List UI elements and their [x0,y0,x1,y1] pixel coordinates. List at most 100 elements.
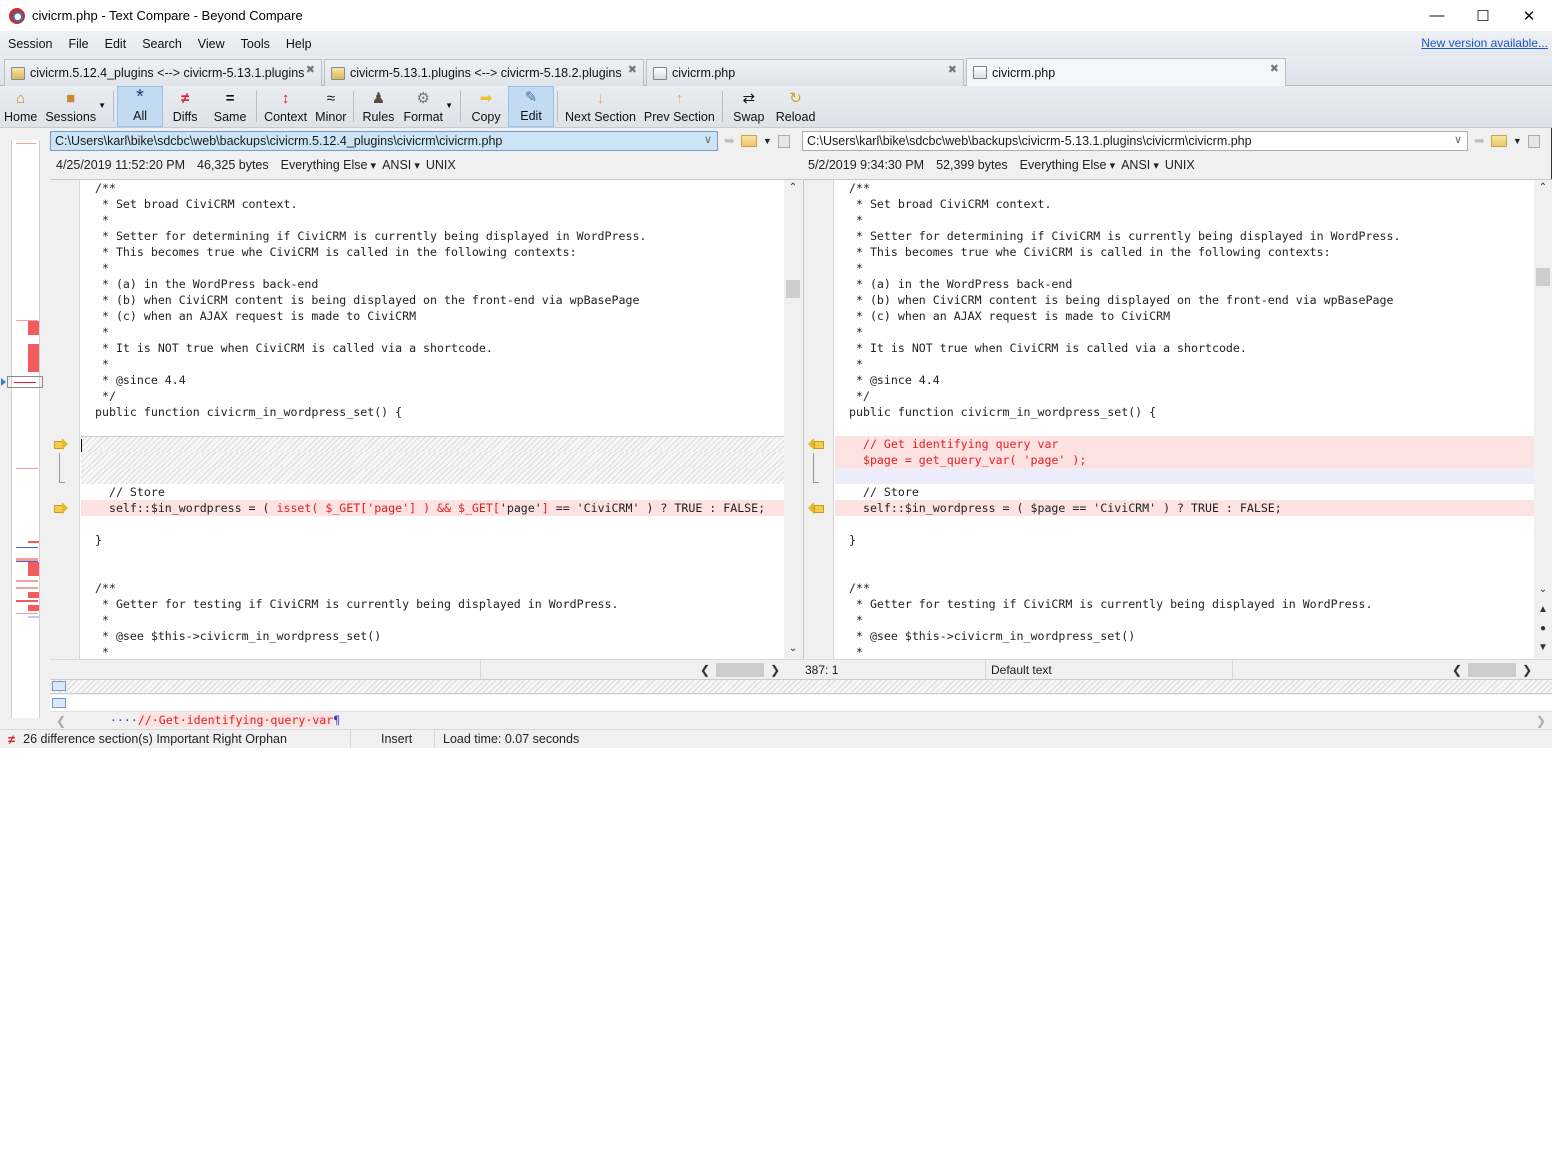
browse-dropdown-icon[interactable]: ▼ [763,136,772,146]
right-horizontal-scrollbar[interactable]: ❮ ❯ [1452,662,1532,678]
reload-button[interactable]: ↻ Reload [772,86,820,127]
code-line[interactable]: * @since 4.4 [835,372,1534,388]
browse-dropdown-icon[interactable]: ▼ [1513,136,1522,146]
code-line[interactable]: * (b) when CiviCRM content is being disp… [81,292,784,308]
code-line[interactable]: /** [81,180,784,196]
overview-viewport-indicator[interactable] [7,376,43,388]
code-line[interactable]: * Setter for determining if CiviCRM is c… [835,228,1534,244]
detail-horizontal-scrollbar[interactable]: ❮ ❯ [50,713,1552,729]
code-line[interactable] [835,420,1534,436]
diff-overview-strip[interactable] [0,128,50,718]
code-line[interactable]: * (a) in the WordPress back-end [81,276,784,292]
code-line[interactable]: /** [835,580,1534,596]
left-editor-pane[interactable]: /** * Set broad CiviCRM context. * * Set… [50,179,802,659]
next-section-button[interactable]: ↓ Next Section [561,86,640,127]
format-button[interactable]: ⚙ Format ▼ [399,86,453,127]
code-line[interactable]: } [835,532,1534,548]
code-line[interactable]: * This becomes true whe CiviCRM is calle… [835,244,1534,260]
code-line[interactable]: * This becomes true whe CiviCRM is calle… [81,244,784,260]
show-diffs-button[interactable]: ≠ Diffs [163,86,207,127]
menu-tools[interactable]: Tools [233,37,278,51]
tab-close-icon[interactable]: ✖ [948,63,957,76]
code-line[interactable]: } [81,532,784,548]
code-line[interactable] [81,548,784,564]
tab-text-compare-active[interactable]: civicrm.php ✖ [966,58,1286,86]
code-line[interactable]: * @since 4.4 [81,372,784,388]
menu-file[interactable]: File [60,37,96,51]
copy-right-arrow-icon[interactable] [54,438,68,450]
right-code-view[interactable]: /** * Set broad CiviCRM context. * * Set… [835,180,1534,659]
code-line[interactable]: $page = get_query_var( 'page' ); [835,452,1534,468]
code-line[interactable]: // Get identifying query var [835,436,1534,452]
code-line[interactable] [81,564,784,580]
code-line[interactable]: * It is NOT true when CiviCRM is called … [835,340,1534,356]
right-editor-pane[interactable]: /** * Set broad CiviCRM context. * * Set… [803,179,1552,659]
left-path-input[interactable]: C:\Users\karl\bike\sdcbc\web\backups\civ… [50,131,718,151]
code-line[interactable]: * Setter for determining if CiviCRM is c… [81,228,784,244]
scroll-up-icon[interactable]: ⌃ [784,182,802,198]
current-diff-nav-icon[interactable]: ● [1534,623,1552,639]
code-line[interactable]: * Set broad CiviCRM context. [81,196,784,212]
code-line[interactable]: * (b) when CiviCRM content is being disp… [835,292,1534,308]
left-encoding-dropdown[interactable]: ANSI [382,158,420,172]
minimize-button[interactable]: — [1414,0,1460,31]
save-icon[interactable] [777,134,790,148]
code-line[interactable]: * (a) in the WordPress back-end [835,276,1534,292]
scroll-up-icon[interactable]: ⌃ [1534,182,1552,198]
code-line[interactable]: * [81,324,784,340]
right-encoding-dropdown[interactable]: ANSI [1121,158,1159,172]
code-line[interactable]: /** [835,180,1534,196]
chevron-down-icon[interactable]: ∨ [1454,133,1462,146]
left-horizontal-scrollbar[interactable]: ❮ ❯ [700,662,780,678]
copy-button[interactable]: ➡ Copy [464,86,508,127]
left-code-view[interactable]: /** * Set broad CiviCRM context. * * Set… [81,180,784,659]
context-button[interactable]: ↕ Context [260,86,311,127]
menu-search[interactable]: Search [134,37,190,51]
scroll-down-icon[interactable]: ⌄ [784,643,802,659]
show-all-button[interactable]: * All [117,86,164,127]
left-vertical-scrollbar[interactable]: ⌃ ⌄ [784,180,802,659]
code-line[interactable] [835,564,1534,580]
go-arrow-icon[interactable]: ➥ [724,133,735,149]
menu-session[interactable]: Session [0,37,60,51]
code-line[interactable]: */ [835,388,1534,404]
code-line[interactable]: * [835,356,1534,372]
code-line[interactable]: /** [81,580,784,596]
edit-button[interactable]: ✎ Edit [508,86,555,127]
tab-close-icon[interactable]: ✖ [628,63,637,76]
open-folder-icon[interactable] [1490,135,1507,147]
left-format-dropdown[interactable]: Everything Else [281,158,376,172]
code-line[interactable] [835,548,1534,564]
new-version-link[interactable]: New version available... [1421,36,1548,50]
code-line[interactable]: * It is NOT true when CiviCRM is called … [81,340,784,356]
show-same-button[interactable]: = Same [207,86,253,127]
code-line[interactable]: * [81,356,784,372]
sessions-dropdown-icon[interactable]: ▼ [98,101,106,110]
scroll-left-icon[interactable]: ❮ [1452,663,1462,677]
code-line[interactable]: public function civicrm_in_wordpress_set… [835,404,1534,420]
code-line[interactable]: * [835,260,1534,276]
menu-edit[interactable]: Edit [97,37,135,51]
code-line[interactable]: * [835,644,1534,659]
scroll-left-icon[interactable]: ❮ [56,714,66,728]
sessions-button[interactable]: ■ Sessions ▼ [41,86,106,127]
tab-folder-compare-1[interactable]: civicrm.5.12.4_plugins <--> civicrm-5.13… [4,59,322,86]
scroll-down-icon[interactable]: ⌄ [1534,584,1552,600]
code-line[interactable]: self::$in_wordpress = ( $page == 'CiviCR… [835,500,1534,516]
save-icon[interactable] [1527,134,1540,148]
scroll-left-icon[interactable]: ❮ [700,663,710,677]
copy-left-arrow-icon[interactable] [808,438,824,450]
code-line[interactable]: * [835,212,1534,228]
code-line[interactable]: * (c) when an AJAX request is made to Ci… [81,308,784,324]
tab-close-icon[interactable]: ✖ [1270,62,1279,75]
left-line-ending[interactable]: UNIX [426,158,456,172]
code-line[interactable]: * Getter for testing if CiviCRM is curre… [835,596,1534,612]
prev-section-button[interactable]: ↑ Prev Section [640,86,719,127]
code-line[interactable] [835,468,1534,484]
next-diff-nav-icon[interactable]: ▼ [1534,642,1552,658]
maximize-button[interactable]: ☐ [1460,0,1506,31]
right-vertical-scrollbar[interactable]: ⌃ ⌄ ▲ ● ▼ [1534,180,1552,659]
code-line[interactable]: * [835,324,1534,340]
code-line[interactable]: * @see $this->civicrm_in_wordpress_set() [835,628,1534,644]
code-line[interactable]: * [81,260,784,276]
